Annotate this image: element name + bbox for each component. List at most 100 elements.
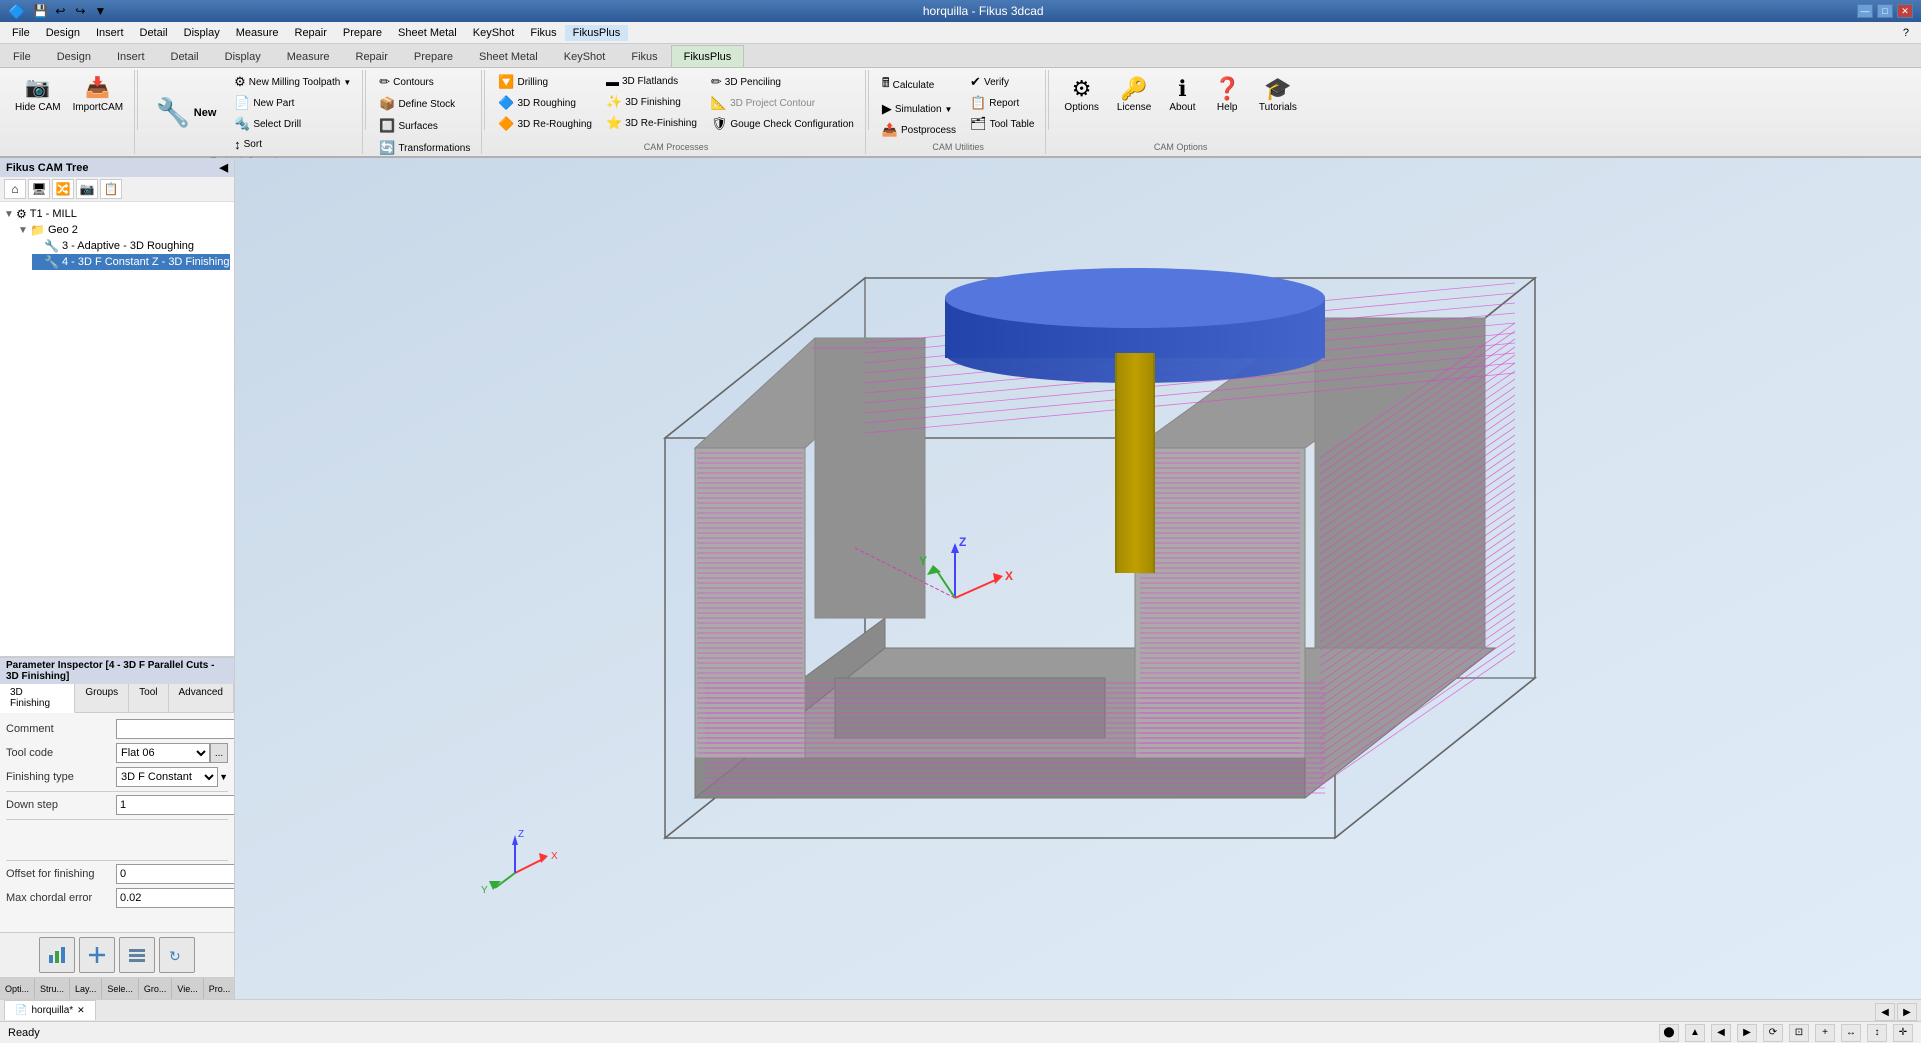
offset-input[interactable] [116, 864, 234, 884]
status-btn-6[interactable]: ⊡ [1789, 1024, 1809, 1042]
new-milling-toolpath-button[interactable]: ⚙ New Milling Toolpath ▼ [229, 72, 356, 92]
status-btn-3[interactable]: ◀ [1711, 1024, 1731, 1042]
finishing-type-select[interactable]: 3D F Constant [116, 767, 218, 787]
verify-button[interactable]: ✔ Verify [965, 72, 1039, 92]
define-stock-button[interactable]: 📦 Define Stock [374, 94, 460, 114]
tab-groups[interactable]: Groups [75, 684, 129, 712]
drilling-button[interactable]: 🔽 Drilling [493, 72, 597, 92]
action-btn-4[interactable]: ↻ [159, 937, 195, 973]
tab-detail[interactable]: Detail [158, 45, 212, 67]
minimize-button[interactable]: — [1857, 4, 1873, 18]
action-btn-1[interactable] [39, 937, 75, 973]
new-toolpath-button[interactable]: 🔧 New [146, 88, 226, 138]
menu-repair[interactable]: Repair [287, 25, 335, 41]
tree-list-btn[interactable]: 📋 [100, 179, 122, 199]
left-tab-pro[interactable]: Pro... [204, 978, 234, 999]
menu-design[interactable]: Design [38, 25, 88, 41]
menu-help-icon[interactable]: ? [1895, 25, 1917, 41]
left-tab-lay[interactable]: Lay... [70, 978, 102, 999]
menu-sheetmetal[interactable]: Sheet Metal [390, 25, 465, 41]
tree-monitor-btn[interactable]: 🖥 [28, 179, 50, 199]
status-btn-7[interactable]: + [1815, 1024, 1835, 1042]
tree-item-op3[interactable]: 🔧 3 - Adaptive - 3D Roughing [32, 238, 230, 254]
reroughing-button[interactable]: 🔶 3D Re-Roughing [493, 114, 597, 134]
status-btn-1[interactable]: ⬤ [1659, 1024, 1679, 1042]
menu-insert[interactable]: Insert [88, 25, 132, 41]
tab-close-btn[interactable]: ✕ [77, 1005, 85, 1016]
down-step-input[interactable] [116, 795, 234, 815]
tab-sheetmetal[interactable]: Sheet Metal [466, 45, 551, 67]
tree-home-btn[interactable]: ⌂ [4, 179, 26, 199]
status-btn-9[interactable]: ↕ [1867, 1024, 1887, 1042]
tab-measure[interactable]: Measure [274, 45, 343, 67]
tab-3d-finishing[interactable]: 3D Finishing [0, 684, 75, 713]
refinishing-button[interactable]: ⭐ 3D Re-Finishing [601, 113, 702, 133]
left-tab-opti[interactable]: Opti... [0, 978, 35, 999]
options-button[interactable]: ⚙ Options [1057, 72, 1105, 117]
flatlands-button[interactable]: ▬ 3D Flatlands [601, 72, 702, 91]
tree-item-geo2[interactable]: ▼ 📁 Geo 2 [18, 222, 230, 238]
menu-fikusplus[interactable]: FikusPlus [565, 25, 629, 41]
status-btn-8[interactable]: ↔ [1841, 1024, 1861, 1042]
tab-display[interactable]: Display [212, 45, 274, 67]
menu-detail[interactable]: Detail [132, 25, 176, 41]
action-btn-3[interactable] [119, 937, 155, 973]
comment-input[interactable] [116, 719, 234, 739]
tab-fikusplus[interactable]: FikusPlus [671, 45, 745, 67]
tab-scroll-right[interactable]: ▶ [1897, 1003, 1917, 1021]
importcam-button[interactable]: 📥 ImportCAM [68, 72, 129, 116]
bottom-tab-horquilla[interactable]: 📄 horquilla* ✕ [4, 1000, 96, 1020]
menu-display[interactable]: Display [176, 25, 228, 41]
viewport[interactable]: Z X Y X Z Y [235, 158, 1921, 999]
penciling-button[interactable]: ✏ 3D Penciling [706, 72, 859, 92]
undo-button[interactable]: ↩ [51, 2, 69, 20]
finishing-button[interactable]: ✨ 3D Finishing [601, 92, 702, 112]
help-button[interactable]: ❓ Help [1207, 72, 1248, 117]
postprocess-button[interactable]: 📤 Postprocess [877, 120, 961, 140]
maximize-button[interactable]: □ [1877, 4, 1893, 18]
tab-prepare[interactable]: Prepare [401, 45, 466, 67]
roughing-button[interactable]: 🔷 3D Roughing [493, 93, 597, 113]
license-button[interactable]: 🔑 License [1110, 72, 1158, 117]
status-btn-10[interactable]: ✛ [1893, 1024, 1913, 1042]
menu-file[interactable]: File [4, 25, 38, 41]
customize-button[interactable]: ▼ [91, 2, 109, 20]
sort-button[interactable]: ↕ Sort [229, 135, 356, 154]
surfaces-button[interactable]: 🔲 Surfaces [374, 116, 443, 136]
new-part-button[interactable]: 📄 New Part [229, 93, 356, 113]
status-btn-5[interactable]: ⟳ [1763, 1024, 1783, 1042]
chordal-input[interactable] [116, 888, 234, 908]
menu-measure[interactable]: Measure [228, 25, 287, 41]
about-button[interactable]: ℹ About [1162, 72, 1202, 117]
redo-button[interactable]: ↪ [71, 2, 89, 20]
menu-prepare[interactable]: Prepare [335, 25, 390, 41]
tab-scroll-left[interactable]: ◀ [1875, 1003, 1895, 1021]
contours-button[interactable]: ✏ Contours [374, 72, 438, 92]
tree-path-btn[interactable]: 🔀 [52, 179, 74, 199]
close-button[interactable]: ✕ [1897, 4, 1913, 18]
tree-item-t1[interactable]: ▼ ⚙ T1 - MILL [4, 206, 230, 222]
tab-fikus[interactable]: Fikus [618, 45, 670, 67]
tool-code-extra-btn[interactable]: ... [210, 743, 228, 763]
tab-keyshot[interactable]: KeyShot [551, 45, 619, 67]
gouge-check-button[interactable]: 🛡 Gouge Check Configuration [706, 114, 859, 134]
tutorials-button[interactable]: 🎓 Tutorials [1252, 72, 1304, 117]
tab-repair[interactable]: Repair [343, 45, 401, 67]
tree-cam-btn[interactable]: 📷 [76, 179, 98, 199]
report-button[interactable]: 📋 Report [965, 93, 1039, 113]
tool-code-select[interactable]: Flat 06 [116, 743, 210, 763]
status-btn-2[interactable]: ▲ [1685, 1024, 1705, 1042]
simulation-button[interactable]: ▶ Simulation ▼ [877, 99, 961, 119]
transformations-button[interactable]: 🔄 Transformations [374, 138, 475, 158]
tab-advanced[interactable]: Advanced [169, 684, 234, 712]
hidecam-button[interactable]: 📷 Hide CAM [10, 72, 66, 116]
action-btn-2[interactable] [79, 937, 115, 973]
status-btn-4[interactable]: ▶ [1737, 1024, 1757, 1042]
left-tab-vie[interactable]: Vie... [172, 978, 203, 999]
menu-fikus[interactable]: Fikus [522, 25, 564, 41]
tree-item-op4[interactable]: 🔧 4 - 3D F Constant Z - 3D Finishing [32, 254, 230, 270]
tab-tool[interactable]: Tool [129, 684, 168, 712]
menu-keyshot[interactable]: KeyShot [465, 25, 523, 41]
tab-insert[interactable]: Insert [104, 45, 158, 67]
select-drill-button[interactable]: 🔩 Select Drill [229, 114, 356, 134]
